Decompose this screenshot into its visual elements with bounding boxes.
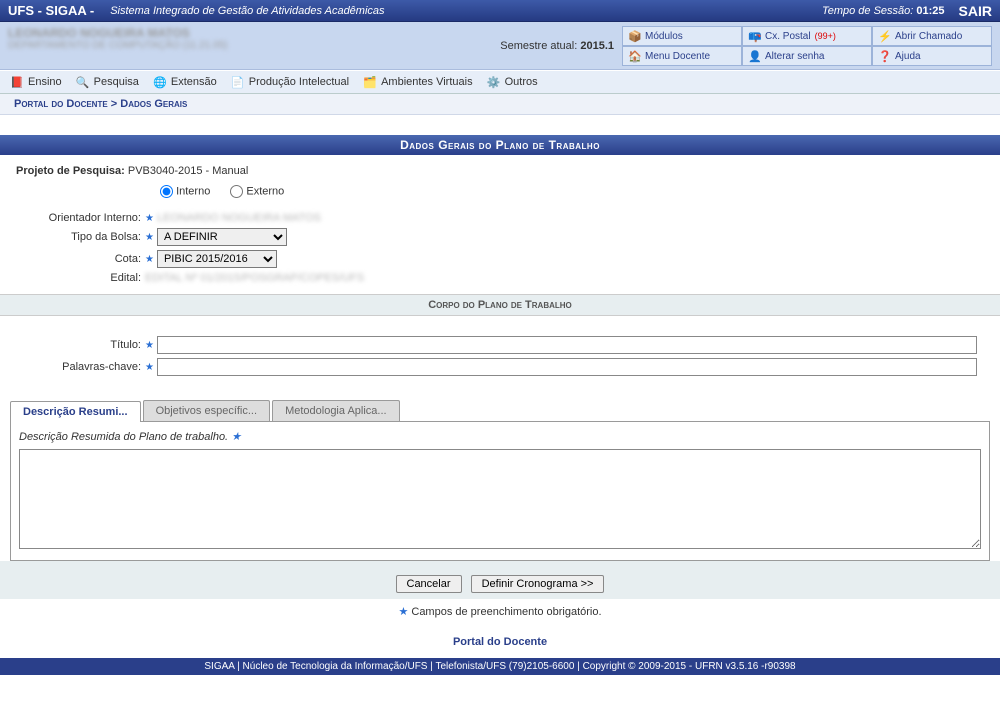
user-strip: LEONARDO NOGUEIRA MATOS DEPARTAMENTO DE … xyxy=(0,22,1000,70)
shortcut-ajuda[interactable]: ❓Ajuda xyxy=(872,46,992,66)
portal-docente-link[interactable]: Portal do Docente xyxy=(453,636,547,648)
tab-desc-label: Descrição Resumida do Plano de trabalho. xyxy=(19,431,228,443)
user-dept: DEPARTAMENTO DE COMPUTAÇÃO (11.21.05) xyxy=(8,40,500,51)
radio-externo[interactable]: Externo xyxy=(230,185,284,198)
required-star-icon: ★ xyxy=(145,362,154,373)
orientador-label: Orientador Interno: xyxy=(10,212,145,224)
required-star-icon: ★ xyxy=(145,254,154,265)
menu-pesquisa[interactable]: 🔍Pesquisa xyxy=(76,75,139,89)
shortcut-menu-docente[interactable]: 🏠Menu Docente xyxy=(622,46,742,66)
required-star-icon: ★ xyxy=(145,232,154,243)
bolt-icon: ⚡ xyxy=(879,30,891,42)
radio-interno[interactable]: Interno xyxy=(160,185,210,198)
session-time: Tempo de Sessão: 01:25 xyxy=(822,5,945,17)
tabs: Descrição Resumi... Objetivos específic.… xyxy=(10,400,990,421)
menu-producao[interactable]: 📄Produção Intelectual xyxy=(231,75,349,89)
shortcut-modulos[interactable]: 📦Módulos xyxy=(622,26,742,46)
required-star-icon: ★ xyxy=(145,340,154,351)
book-icon: 📕 xyxy=(10,75,24,89)
app-subtitle: Sistema Integrado de Gestão de Atividade… xyxy=(110,5,384,17)
menu-ambientes[interactable]: 🗂️Ambientes Virtuais xyxy=(363,75,473,89)
doc-icon: 📄 xyxy=(231,75,245,89)
projeto-line: Projeto de Pesquisa: PVB3040-2015 - Manu… xyxy=(10,161,990,181)
cota-select[interactable]: PIBIC 2015/2016 xyxy=(157,250,277,268)
tab-metodologia[interactable]: Metodologia Aplica... xyxy=(272,400,400,421)
user-name: LEONARDO NOGUEIRA MATOS xyxy=(8,26,500,40)
breadcrumb: Portal do Docente > Dados Gerais xyxy=(0,94,1000,115)
required-star-icon: ★ xyxy=(231,431,241,443)
button-row: Cancelar Definir Cronograma >> xyxy=(0,561,1000,599)
breadcrumb-root[interactable]: Portal do Docente xyxy=(14,98,108,110)
sub-header: Corpo do Plano de Trabalho xyxy=(0,294,1000,316)
help-icon: ❓ xyxy=(879,50,891,62)
required-note: ★ Campos de preenchimento obrigatório. xyxy=(0,599,1000,630)
gear-icon: ⚙️ xyxy=(487,75,501,89)
shortcut-abrir-chamado[interactable]: ⚡Abrir Chamado xyxy=(872,26,992,46)
main-menu: 📕Ensino 🔍Pesquisa 🌐Extensão 📄Produção In… xyxy=(0,70,1000,94)
search-icon: 🔍 xyxy=(76,75,90,89)
descricao-textarea[interactable] xyxy=(19,449,981,549)
edital-label: Edital: xyxy=(10,272,145,284)
tab-objetivos[interactable]: Objetivos específic... xyxy=(143,400,271,421)
orientador-value: LEONARDO NOGUEIRA MATOS xyxy=(157,212,321,224)
section-header: Dados Gerais do Plano de Trabalho xyxy=(0,135,1000,155)
mail-badge: (99+) xyxy=(815,31,836,41)
tab-panel: Descrição Resumida do Plano de trabalho.… xyxy=(10,421,990,561)
footer: SIGAA | Núcleo de Tecnologia da Informaç… xyxy=(0,658,1000,675)
cancelar-button[interactable]: Cancelar xyxy=(396,575,462,593)
required-star-icon: ★ xyxy=(145,213,154,224)
menu-extensao[interactable]: 🌐Extensão xyxy=(153,75,217,89)
menu-ensino[interactable]: 📕Ensino xyxy=(10,75,62,89)
logout-link[interactable]: SAIR xyxy=(959,3,992,19)
semestre: Semestre atual: 2015.1 xyxy=(500,40,614,52)
tipo-bolsa-select[interactable]: A DEFINIR xyxy=(157,228,287,246)
required-star-icon: ★ xyxy=(398,606,408,618)
edital-value: EDITAL Nº 01/2015/POSGRAP/COPES/UFS xyxy=(145,272,364,284)
globe-icon: 🌐 xyxy=(153,75,167,89)
tipo-bolsa-label: Tipo da Bolsa: xyxy=(10,231,145,243)
titulo-input[interactable] xyxy=(157,336,977,354)
titulo-label: Título: xyxy=(10,339,145,351)
box-icon: 📦 xyxy=(629,30,641,42)
palavras-label: Palavras-chave: xyxy=(10,361,145,373)
breadcrumb-current: Dados Gerais xyxy=(120,98,187,110)
cota-label: Cota: xyxy=(10,253,145,265)
palavras-input[interactable] xyxy=(157,358,977,376)
user-icon: 👤 xyxy=(749,50,761,62)
mail-icon: 📪 xyxy=(749,30,761,42)
menu-outros[interactable]: ⚙️Outros xyxy=(487,75,538,89)
app-title: UFS - SIGAA - xyxy=(8,3,94,18)
tab-descricao[interactable]: Descrição Resumi... xyxy=(10,401,141,422)
shortcut-cx-postal[interactable]: 📪Cx. Postal (99+) xyxy=(742,26,872,46)
shortcut-alterar-senha[interactable]: 👤Alterar senha xyxy=(742,46,872,66)
folder-icon: 🗂️ xyxy=(363,75,377,89)
home-icon: 🏠 xyxy=(629,50,641,62)
definir-cronograma-button[interactable]: Definir Cronograma >> xyxy=(471,575,605,593)
topbar: UFS - SIGAA - Sistema Integrado de Gestã… xyxy=(0,0,1000,22)
